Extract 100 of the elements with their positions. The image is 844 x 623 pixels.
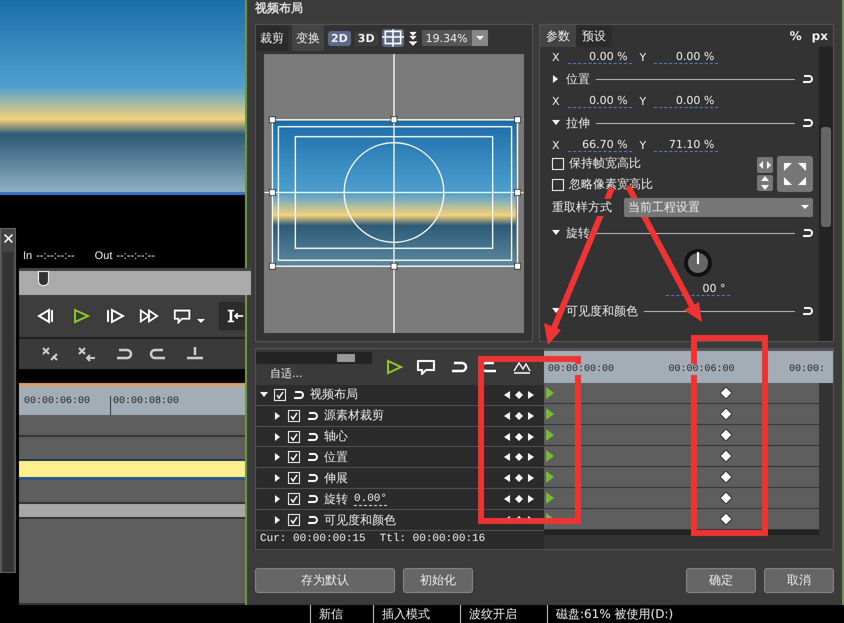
fit-width-icon[interactable]	[757, 157, 773, 173]
start-marker-icon[interactable]	[546, 408, 554, 420]
expand-icon[interactable]	[274, 495, 282, 504]
track-checkbox[interactable]	[288, 472, 300, 484]
track-name: 可见度和颜色	[324, 512, 396, 529]
reset-icon[interactable]	[306, 494, 318, 504]
reset-icon[interactable]	[306, 432, 318, 442]
track-name: 轴心	[324, 428, 348, 446]
reset-icon[interactable]	[306, 410, 318, 421]
scrollbar[interactable]	[819, 383, 833, 549]
scrubber-track[interactable]	[19, 268, 251, 295]
scrollbar[interactable]	[819, 47, 833, 341]
collapse-icon[interactable]	[552, 229, 560, 237]
fit-frame-icon[interactable]	[777, 156, 813, 192]
start-marker-icon[interactable]	[546, 429, 554, 441]
fast-forward-icon[interactable]	[139, 308, 159, 324]
expand-icon[interactable]	[274, 412, 282, 420]
track-checkbox[interactable]	[274, 388, 286, 401]
expand-icon[interactable]	[274, 453, 282, 462]
mode-button[interactable]: 2D	[328, 30, 351, 46]
expand-icon[interactable]	[274, 516, 282, 524]
reset-icon[interactable]	[801, 74, 813, 84]
play-icon[interactable]	[384, 358, 404, 375]
split-icon[interactable]	[185, 346, 205, 362]
scrollbar[interactable]	[544, 535, 819, 549]
checkbox-option[interactable]: 保持帧宽高比	[552, 155, 753, 172]
keyframe-nav-icon[interactable]	[504, 495, 534, 504]
dialog-button[interactable]: 存为默认	[255, 568, 395, 593]
start-marker-icon[interactable]	[546, 450, 554, 462]
unit-toggle[interactable]: px	[806, 29, 833, 43]
track-name: 位置	[324, 448, 348, 466]
view-tab[interactable]: 裁剪	[256, 25, 288, 51]
value-field[interactable]: 0.00 %	[654, 50, 718, 64]
delete-ripple-icon[interactable]	[77, 346, 97, 362]
fit-height-icon[interactable]	[757, 175, 773, 191]
collapse-icon[interactable]	[552, 307, 560, 315]
loop-icon[interactable]	[173, 308, 193, 324]
dialog-button[interactable]: 取消	[764, 568, 834, 593]
expand-icon[interactable]	[274, 474, 282, 482]
keyframe-icon[interactable]	[720, 471, 732, 483]
zoom-slider-handle[interactable]	[336, 354, 355, 362]
zoom-slider-track[interactable]	[256, 352, 372, 364]
reset-icon[interactable]	[801, 306, 813, 316]
track-checkbox[interactable]	[288, 451, 300, 464]
start-marker-icon[interactable]	[546, 387, 554, 399]
expand-icon[interactable]	[552, 75, 560, 83]
keyframe-nav-icon[interactable]	[504, 390, 534, 399]
track-checkbox[interactable]	[288, 430, 300, 443]
keyframe-nav-icon[interactable]	[504, 474, 534, 482]
reset-icon[interactable]	[306, 452, 318, 462]
rotation-knob[interactable]	[682, 248, 712, 278]
next-frame-icon[interactable]	[105, 308, 125, 324]
unit-toggle[interactable]: %	[784, 29, 807, 43]
reset-icon[interactable]	[306, 515, 318, 526]
angle-field[interactable]: 00 °	[666, 282, 730, 296]
mode-button[interactable]: 3D	[354, 30, 378, 46]
keyframe-icon[interactable]	[720, 429, 732, 441]
dialog-button[interactable]: 初始化	[403, 568, 473, 593]
keyframe-icon[interactable]	[720, 387, 732, 399]
caret-icon[interactable]	[197, 318, 205, 324]
keyframe-nav-icon[interactable]	[504, 432, 534, 441]
param-tab[interactable]: 参数	[540, 25, 576, 47]
track-checkbox[interactable]	[288, 493, 300, 506]
grid-icon[interactable]	[382, 29, 404, 47]
expand-icon[interactable]	[274, 432, 282, 441]
keyframe-icon[interactable]	[720, 450, 732, 462]
reset-icon[interactable]	[801, 228, 813, 238]
close-icon[interactable]	[2, 233, 14, 244]
reset-icon[interactable]	[801, 118, 813, 128]
value-field[interactable]: 0.00 %	[568, 94, 632, 108]
view-tab[interactable]: 变换	[292, 25, 324, 51]
start-marker-icon[interactable]	[546, 471, 554, 483]
scrubber-handle[interactable]	[38, 271, 50, 286]
keyframe-nav-icon[interactable]	[504, 453, 534, 462]
keyframe-icon[interactable]	[720, 513, 732, 525]
value-field[interactable]: 71.10 %	[654, 138, 718, 152]
loop-icon[interactable]	[416, 358, 436, 375]
keyframe-icon[interactable]	[720, 408, 732, 420]
play-icon[interactable]	[71, 308, 91, 324]
keyframe-nav-icon[interactable]	[504, 412, 534, 420]
keyframe-icon[interactable]	[720, 492, 732, 504]
collapse-icon[interactable]	[552, 119, 560, 127]
dialog-button[interactable]: 确定	[686, 568, 756, 593]
transform-guides-drawing[interactable]	[264, 54, 524, 333]
value-field[interactable]: 0.00 %	[568, 50, 632, 64]
collapse-icon[interactable]	[260, 390, 268, 399]
param-tab[interactable]: 预设	[576, 25, 612, 47]
start-marker-icon[interactable]	[546, 492, 554, 504]
value-field[interactable]: 0.00°	[354, 492, 388, 506]
value-field[interactable]: 0.00 %	[654, 94, 718, 108]
value-field[interactable]: 66.70 %	[568, 138, 632, 152]
status-text: 波纹开启	[460, 605, 547, 623]
reset-icon[interactable]	[306, 473, 318, 484]
track-checkbox[interactable]	[288, 410, 300, 422]
reset-icon[interactable]	[292, 390, 304, 400]
zoom-dropdown[interactable]: 19.34%	[422, 30, 488, 46]
track-checkbox[interactable]	[288, 514, 300, 526]
preset-dropdown[interactable]: 自适...	[256, 366, 372, 382]
more-icon[interactable]	[408, 30, 418, 46]
resample-dropdown[interactable]: 当前工程设置	[624, 198, 813, 216]
